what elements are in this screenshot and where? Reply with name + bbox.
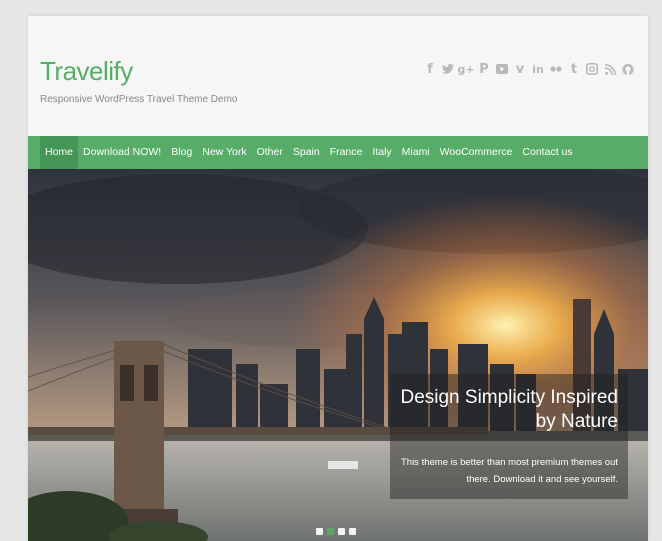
nav-item-contact[interactable]: Contact us	[517, 136, 577, 169]
nav-item-france[interactable]: France	[325, 136, 368, 169]
site-logo[interactable]: Travelify	[40, 56, 133, 87]
instagram-icon[interactable]	[586, 62, 598, 76]
site-header: Travelify Responsive WordPress Travel Th…	[28, 16, 648, 136]
nav-item-woocommerce[interactable]: WooCommerce	[435, 136, 518, 169]
flickr-icon[interactable]	[550, 62, 562, 76]
slide-caption: Design Simplicity Inspired by Nature Thi…	[390, 374, 628, 499]
featured-slider[interactable]: Design Simplicity Inspired by Nature Thi…	[28, 169, 648, 541]
nav-item-new-york[interactable]: New York	[197, 136, 251, 169]
googleplus-icon[interactable]: g+	[457, 62, 474, 76]
nav-item-miami[interactable]: Miami	[397, 136, 435, 169]
nav-item-spain[interactable]: Spain	[288, 136, 325, 169]
github-icon[interactable]	[622, 62, 634, 76]
pinterest-icon[interactable]: P	[478, 62, 490, 77]
page-wrapper: Travelify Responsive WordPress Travel Th…	[28, 16, 648, 541]
slider-dot-1[interactable]	[316, 528, 323, 535]
slide-description: This theme is better than most premium t…	[400, 457, 618, 485]
slider-dot-4[interactable]	[349, 528, 356, 535]
nav-item-other[interactable]: Other	[252, 136, 288, 169]
vimeo-icon[interactable]: v	[514, 62, 526, 77]
slider-dot-2[interactable]	[327, 528, 334, 535]
facebook-icon[interactable]: f	[424, 62, 436, 77]
twitter-icon[interactable]	[442, 62, 454, 76]
nav-item-home[interactable]: Home	[40, 136, 79, 169]
social-icons: f g+ P v in t	[424, 62, 634, 77]
nav-item-download[interactable]: Download NOW!	[78, 136, 166, 169]
site-tagline: Responsive WordPress Travel Theme Demo	[40, 94, 238, 105]
slide-title: Design Simplicity Inspired by Nature	[400, 387, 618, 432]
main-navigation: Home Download NOW! Blog New York Other S…	[28, 136, 648, 169]
slider-dot-3[interactable]	[338, 528, 345, 535]
youtube-icon[interactable]	[496, 62, 508, 76]
nav-item-italy[interactable]: Italy	[367, 136, 396, 169]
slider-pagination	[316, 528, 356, 535]
linkedin-icon[interactable]: in	[532, 62, 544, 76]
tumblr-icon[interactable]: t	[568, 62, 580, 77]
nav-item-blog[interactable]: Blog	[166, 136, 197, 169]
rss-icon[interactable]	[604, 62, 616, 76]
